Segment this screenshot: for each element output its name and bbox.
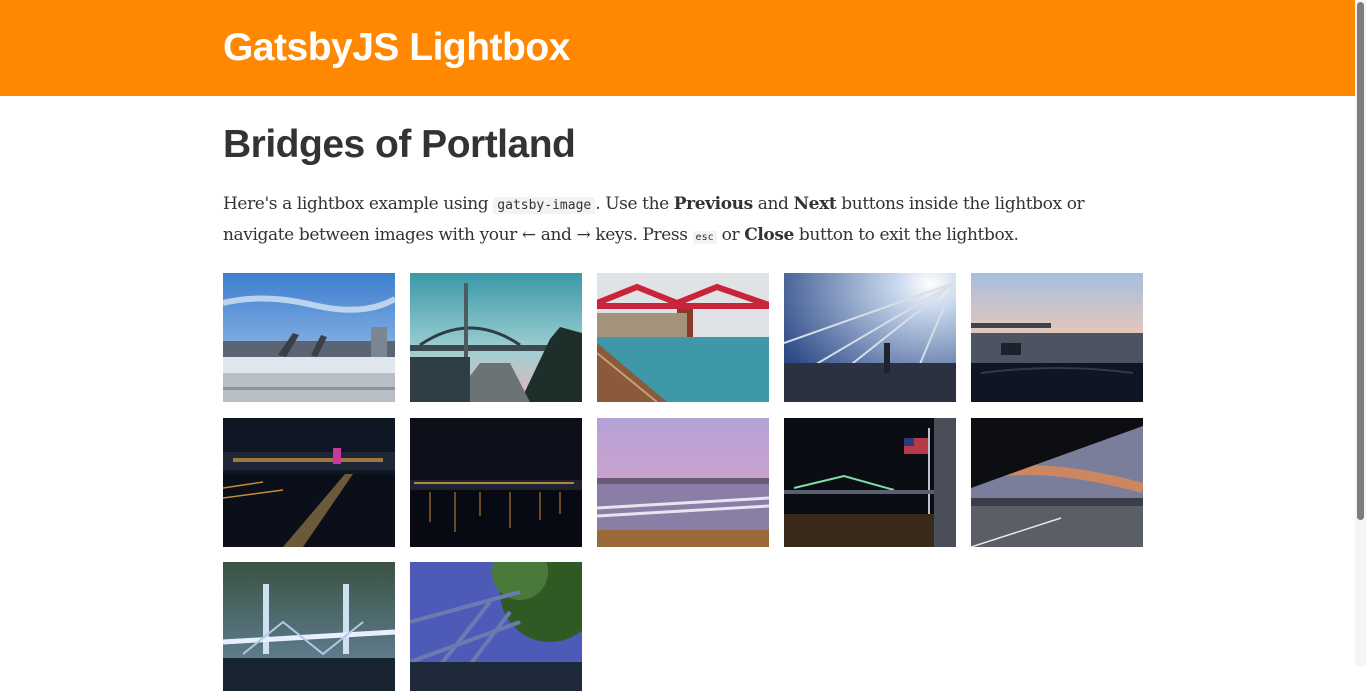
gallery-thumbnail[interactable]: [410, 562, 582, 691]
esc-key: esc: [692, 230, 717, 244]
bridge-photo: [223, 418, 395, 547]
intro-text: Here's a lightbox example using: [223, 194, 494, 214]
bridge-photo: [597, 418, 769, 547]
gallery-thumbnail[interactable]: [410, 273, 582, 402]
close-label: Close: [744, 224, 794, 245]
gallery-thumbnail[interactable]: [597, 273, 769, 402]
scrollbar[interactable]: [1355, 0, 1366, 666]
bridge-photo: [410, 273, 582, 402]
intro-text: or: [716, 224, 745, 245]
gallery-thumbnail[interactable]: [784, 273, 956, 402]
site-title[interactable]: GatsbyJS Lightbox: [223, 24, 570, 72]
gallery-thumbnail[interactable]: [597, 418, 769, 547]
intro-text: button to exit the lightbox.: [793, 224, 1019, 245]
gallery-thumbnail[interactable]: [223, 418, 395, 547]
bridge-photo: [971, 418, 1143, 547]
next-label: Next: [793, 194, 837, 214]
site-header: GatsbyJS Lightbox: [0, 0, 1366, 96]
gallery-thumbnail[interactable]: [223, 562, 395, 691]
bridge-photo: [597, 273, 769, 402]
previous-label: Previous: [673, 194, 753, 214]
scrollbar-thumb[interactable]: [1357, 2, 1364, 520]
gallery-thumbnail[interactable]: [784, 418, 956, 547]
gallery-thumbnail[interactable]: [223, 273, 395, 402]
gallery-thumbnail[interactable]: [971, 273, 1143, 402]
gallery-thumbnail[interactable]: [410, 418, 582, 547]
bridge-photo: [410, 562, 582, 691]
gallery-thumbnail[interactable]: [971, 418, 1143, 547]
intro-text: and: [752, 194, 794, 214]
code-gatsby-image: gatsby-image: [493, 197, 596, 214]
bridge-photo: [784, 418, 956, 547]
intro-text: . Use the: [595, 194, 674, 214]
intro-paragraph: Here's a lightbox example using gatsby-i…: [223, 190, 1153, 252]
page-title: Bridges of Portland: [223, 123, 576, 166]
bridge-photo: [410, 418, 582, 547]
bridge-photo: [784, 273, 956, 402]
bridge-photo: [971, 273, 1143, 402]
bridge-photo: [223, 273, 395, 402]
bridge-photo: [223, 562, 395, 691]
